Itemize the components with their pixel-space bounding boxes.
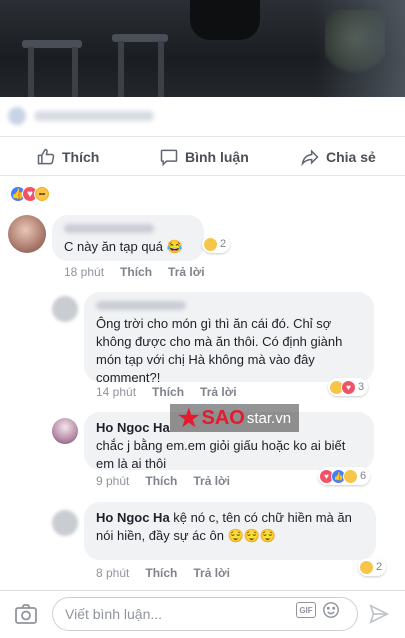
gif-button[interactable]: GIF: [296, 602, 316, 618]
comment-composer: Viết bình luận... GIF: [0, 590, 405, 638]
comment-bubble: C này ăn tạp quá 😂: [52, 215, 204, 261]
comment-time: 18 phút: [64, 265, 105, 279]
photo-stool-leg: [72, 47, 78, 97]
photo-stool-leg: [28, 47, 34, 97]
reply-avatar[interactable]: [52, 296, 78, 322]
camera-icon[interactable]: [14, 603, 38, 625]
photo-stool-leg: [118, 41, 124, 97]
comment-icon: [160, 149, 178, 167]
photo-stool-leg: [158, 41, 164, 97]
haha-reaction-icon: [343, 468, 358, 484]
like-button-label: Thích: [62, 149, 100, 165]
post-action-bar: Thích Bình luận Chia sẻ: [0, 136, 405, 176]
comment-reaction-count[interactable]: 2: [202, 235, 231, 253]
emoji-icon[interactable]: [322, 601, 340, 619]
reply-like-link[interactable]: Thích: [152, 385, 184, 399]
haha-reaction-icon: [359, 559, 374, 575]
reply-meta: 8 phút Thích Trả lời: [96, 566, 230, 580]
share-button-label: Chia sẻ: [326, 149, 376, 165]
reply-like-link[interactable]: Thích: [145, 474, 177, 488]
comment-button-label: Bình luận: [185, 149, 249, 165]
reply-reply-link[interactable]: Trả lời: [193, 474, 230, 488]
blurred-avatar: [8, 107, 26, 125]
comment-button[interactable]: Bình luận: [159, 137, 249, 177]
reply-reaction-count[interactable]: 2: [358, 558, 387, 576]
reply-bubble: Ông trời cho món gì thì ăn cái đó. Chỉ s…: [84, 292, 374, 385]
commenter-avatar[interactable]: [8, 215, 46, 253]
thumbs-up-icon: [37, 148, 55, 165]
comment-input-placeholder: Viết bình luận...: [65, 606, 163, 622]
reply-reply-link[interactable]: Trả lời: [193, 566, 230, 580]
reply-time: 9 phút: [96, 474, 130, 488]
watermark-logo: ★ SAO star.vn: [170, 404, 300, 432]
reply-meta: 9 phút Thích Trả lời: [96, 474, 230, 488]
photo-figure: [190, 0, 260, 40]
send-icon[interactable]: [368, 603, 390, 625]
reply-time: 14 phút: [96, 385, 137, 399]
comment-like-link[interactable]: Thích: [120, 265, 152, 279]
reply-meta: 14 phút Thích Trả lời: [96, 385, 237, 399]
sad-reaction-icon: [34, 186, 50, 202]
reply-avatar[interactable]: [52, 418, 78, 444]
comment-reply-link[interactable]: Trả lời: [168, 265, 205, 279]
comment-text: C này ăn tạp quá 😂: [64, 239, 183, 254]
star-icon: ★: [178, 404, 200, 432]
reply-author-name[interactable]: Ho Ngoc Ha: [96, 510, 170, 525]
post-photo[interactable]: [0, 0, 405, 97]
like-button[interactable]: Thích: [36, 137, 99, 177]
reply-avatar[interactable]: [52, 510, 78, 536]
reply-text: Ông trời cho món gì thì ăn cái đó. Chỉ s…: [96, 316, 343, 385]
reply-like-link[interactable]: Thích: [145, 566, 177, 580]
reply-reaction-count[interactable]: ♥ 👍 6: [318, 467, 371, 485]
reply-reply-link[interactable]: Trả lời: [200, 385, 237, 399]
photo-light: [315, 0, 405, 97]
post-reactions-summary[interactable]: 👍 ♥: [10, 184, 50, 204]
reply-reaction-count[interactable]: ♥ 3: [328, 378, 369, 396]
post-author-row: [0, 97, 405, 135]
love-reaction-icon: ♥: [341, 379, 356, 395]
share-button[interactable]: Chia sẻ: [300, 137, 376, 177]
reply-time: 8 phút: [96, 566, 130, 580]
reply-text: chắc j bằng em.em giỏi giấu hoặc ko ai b…: [96, 438, 346, 471]
reply-bubble: Ho Ngoc Ha kệ nó c, tên có chữ hiền mà ă…: [84, 502, 376, 560]
blurred-author-name: [34, 111, 154, 121]
haha-reaction-icon: [203, 236, 218, 252]
share-icon: [301, 149, 319, 167]
blurred-commenter-name: [96, 301, 186, 310]
comment-meta: 18 phút Thích Trả lời: [64, 265, 205, 279]
blurred-commenter-name: [64, 224, 154, 233]
